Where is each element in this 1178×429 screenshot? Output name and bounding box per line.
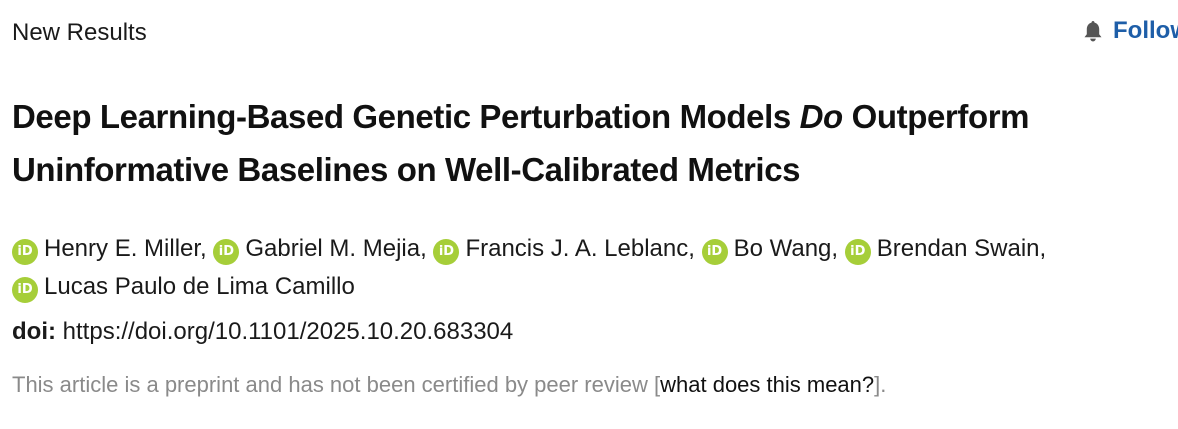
author-list: iD Henry E. Miller, iD Gabriel M. Mejia, i… xyxy=(12,230,1162,306)
preprint-notice: This article is a preprint and has not b… xyxy=(12,372,886,398)
author-item: iD Henry E. Miller, xyxy=(12,235,207,265)
follow-label: Follow xyxy=(1113,17,1178,44)
author-name[interactable]: Henry E. Miller xyxy=(44,235,200,262)
author-item: iD Gabriel M. Mejia, xyxy=(213,235,427,265)
author-separator: , xyxy=(200,235,207,262)
orcid-icon[interactable]: iD xyxy=(433,239,460,265)
notice-text: This article is a preprint and has not b… xyxy=(12,372,654,397)
orcid-icon[interactable]: iD xyxy=(213,239,240,265)
author-item: iD Francis J. A. Leblanc, xyxy=(433,235,695,265)
orcid-icon[interactable]: iD xyxy=(12,277,38,303)
author-name[interactable]: Brendan Swain xyxy=(877,235,1040,262)
author-name[interactable]: Gabriel M. Mejia xyxy=(245,235,420,262)
author-separator: , xyxy=(420,235,427,262)
follow-button[interactable]: Follow xyxy=(1082,17,1178,45)
doi-line: doi: https://doi.org/10.1101/2025.10.20.… xyxy=(12,318,513,346)
title-text-start: Deep Learning-Based Genetic Perturbation… xyxy=(12,98,800,135)
orcid-icon[interactable]: iD xyxy=(701,239,728,265)
author-separator: , xyxy=(831,235,839,262)
author-item: iD Brendan Swain, xyxy=(844,235,1047,265)
doi-link[interactable]: https://doi.org/10.1101/2025.10.20.68330… xyxy=(63,318,514,345)
author-name[interactable]: Francis J. A. Leblanc xyxy=(465,235,688,262)
bell-icon xyxy=(1084,21,1102,42)
author-separator: , xyxy=(688,235,695,262)
author-name[interactable]: Lucas Paulo de Lima Camillo xyxy=(44,273,355,300)
notice-end: . xyxy=(880,372,887,397)
what-does-this-mean-link[interactable]: what does this mean? xyxy=(660,372,874,397)
author-item: iD Lucas Paulo de Lima Camillo xyxy=(12,273,355,303)
orcid-icon[interactable]: iD xyxy=(12,239,38,265)
author-item: iD Bo Wang, xyxy=(701,235,839,265)
section-label: New Results xyxy=(12,19,147,46)
author-separator: , xyxy=(1039,235,1047,262)
title-emphasis: Do xyxy=(799,98,844,135)
article-title: Deep Learning-Based Genetic Perturbation… xyxy=(12,90,1162,196)
doi-label: doi: xyxy=(12,318,56,345)
author-name[interactable]: Bo Wang xyxy=(734,235,832,262)
orcid-icon[interactable]: iD xyxy=(844,239,871,265)
